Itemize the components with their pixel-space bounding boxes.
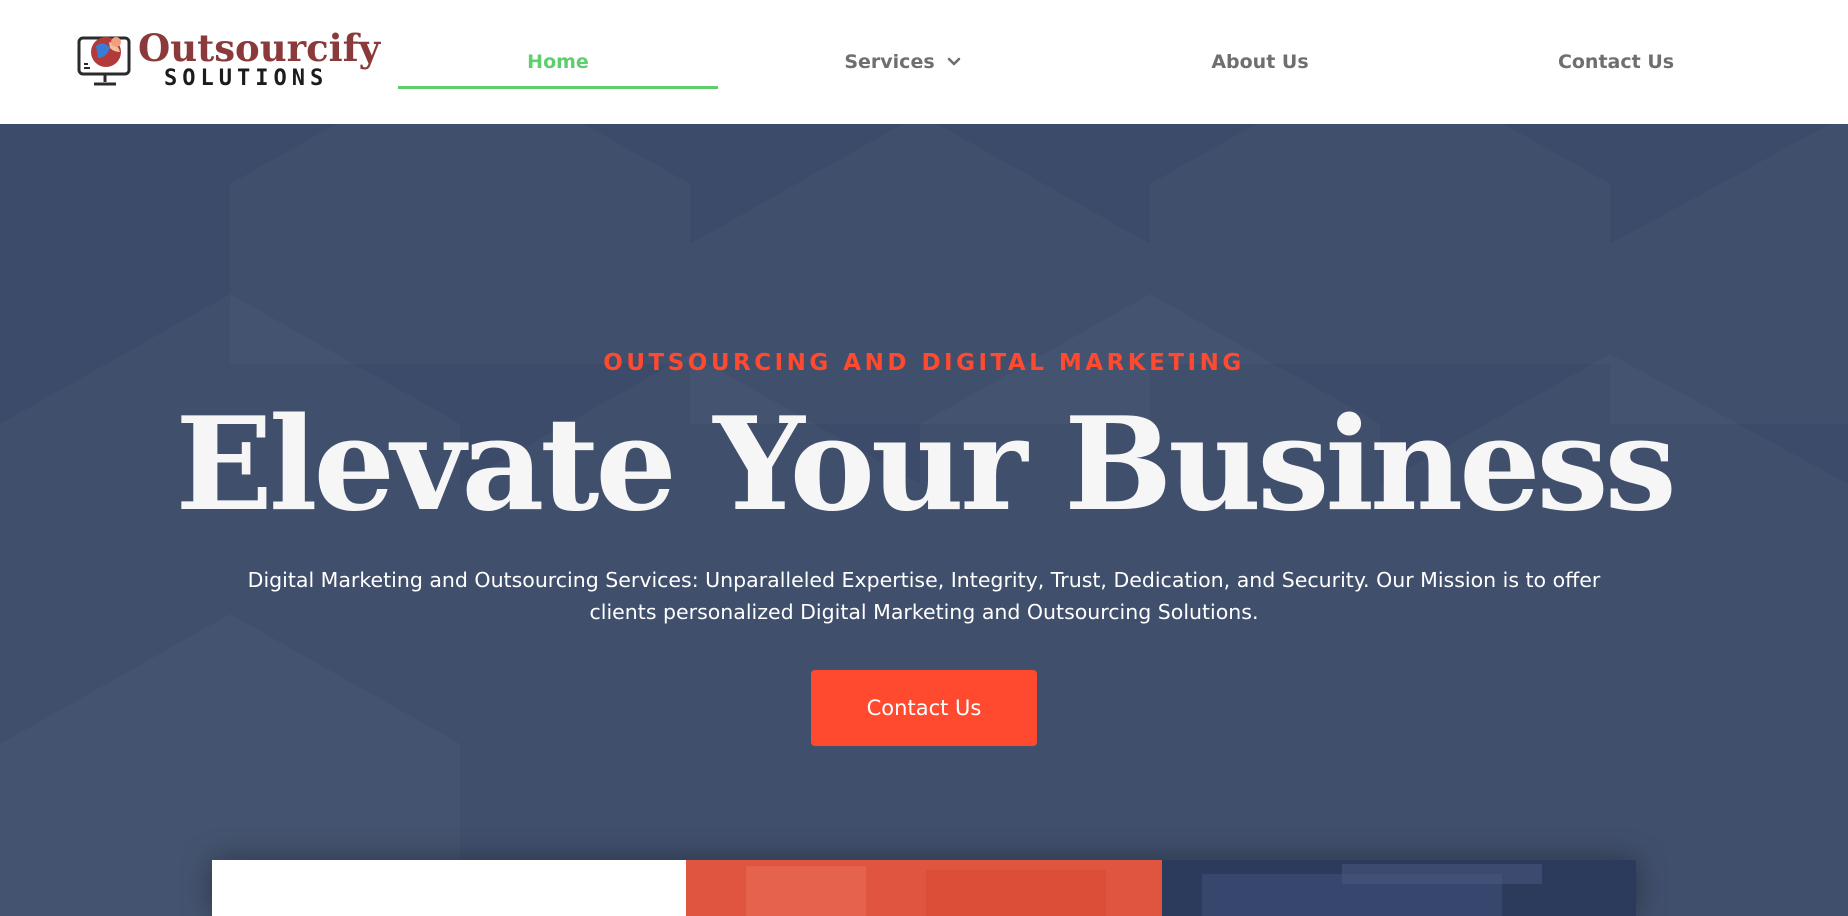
nav-home-link[interactable]: Home xyxy=(398,0,718,124)
nav-about-link[interactable]: About Us xyxy=(1080,0,1440,124)
nav-contact-link[interactable]: Contact Us xyxy=(1440,0,1792,124)
feature-card[interactable] xyxy=(212,860,686,916)
feature-card[interactable] xyxy=(1162,860,1636,916)
hero-subtext: Digital Marketing and Outsourcing Servic… xyxy=(247,568,1601,624)
feature-cards-row xyxy=(212,860,1636,916)
contact-us-button[interactable]: Contact Us xyxy=(811,670,1037,746)
nav-active-underline xyxy=(398,86,718,89)
nav-services-link[interactable]: Services xyxy=(760,0,1045,124)
card-image xyxy=(1162,860,1636,916)
nav-services-label: Services xyxy=(844,51,935,73)
site-header: Outsourcify SOLUTIONS Home Services Abou… xyxy=(0,0,1848,124)
computer-monitor-globe-logo-icon xyxy=(77,36,131,86)
logo-wordmark: Outsourcify xyxy=(138,26,381,70)
nav-about-label: About Us xyxy=(1211,51,1309,73)
site-logo[interactable]: Outsourcify SOLUTIONS xyxy=(76,28,380,94)
logo-tagline: SOLUTIONS xyxy=(164,66,329,91)
feature-card[interactable] xyxy=(686,860,1162,916)
card-image xyxy=(686,860,1162,916)
nav-home-label: Home xyxy=(527,51,589,73)
hero-section: OUTSOURCING AND DIGITAL MARKETING Elevat… xyxy=(0,124,1848,916)
hero-headline: Elevate Your Business xyxy=(175,390,1676,540)
nav-contact-label: Contact Us xyxy=(1557,51,1675,73)
chevron-down-icon[interactable] xyxy=(947,57,961,67)
hero-eyebrow: OUTSOURCING AND DIGITAL MARKETING xyxy=(603,350,1245,376)
